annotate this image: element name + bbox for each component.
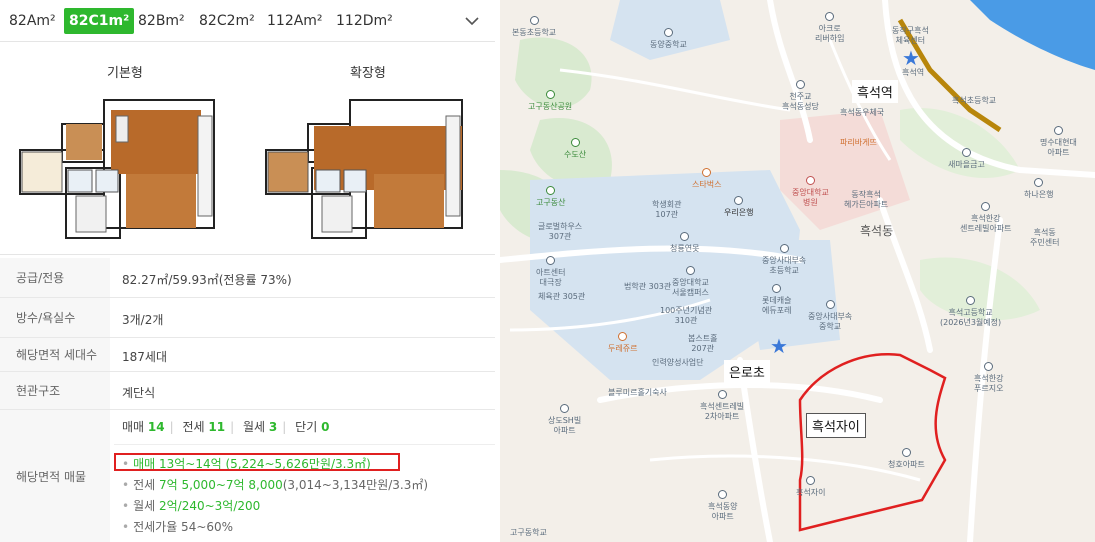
map-poi-cau-elem[interactable]: 중앙사대부속 초등학교 <box>762 244 806 276</box>
map-poi-cheongryong[interactable]: 청룡연못 <box>670 232 699 254</box>
area-type-tabs: 82Am² 82C1m² 82Bm² 82C2m² 112Am² 112Dm² <box>0 0 495 42</box>
school-star-icon: ★ <box>770 334 788 358</box>
area-map[interactable]: 본동초등학교 동양중학교 아크로 리버하임 동작구흑석 체육센터 흑석역 천주교… <box>500 0 1095 542</box>
map-poi-lotte[interactable]: 롯데캐슬 에듀포레 <box>762 284 791 316</box>
map-poi-gogu-school[interactable]: 고구동학교 <box>510 528 547 538</box>
households-label: 해당면적 세대수 <box>0 338 110 371</box>
supply-row: 공급/전용 82.27㎡/59.93㎡(전용률 73%) <box>0 258 495 298</box>
map-poi-myungsoo-apt[interactable]: 명수대현대 아파트 <box>1040 126 1077 158</box>
map-poi-cheongho[interactable]: 청호아파트 <box>888 448 925 470</box>
map-poi-bondong-elem[interactable]: 본동초등학교 <box>512 16 556 38</box>
listings-row: 해당면적 매물 매매 14 | 전세 11 | 월세 3 | 단기 0 • 매매 13억… <box>0 410 495 542</box>
sale-price-highlight <box>114 453 400 471</box>
map-poi-cau-hospital[interactable]: 중앙대학교 병원 <box>792 176 829 208</box>
map-poi-cau-seoul[interactable]: 중앙대학교 서울캠퍼스 <box>672 266 709 298</box>
basic-plan-title: 기본형 <box>107 66 143 81</box>
listing-counts: 매매 14 | 전세 11 | 월세 3 | 단기 0 <box>122 420 330 434</box>
map-poi-paris[interactable]: 파리바게뜨 <box>840 138 877 148</box>
tab-82a[interactable]: 82Am² <box>9 8 56 34</box>
map-poi-sangdo[interactable]: 상도SH빌 아파트 <box>548 404 581 436</box>
extended-plan-title: 확장형 <box>350 66 386 81</box>
map-poi-starbucks[interactable]: 스타벅스 <box>692 168 721 190</box>
map-poi-blue[interactable]: 블루미르홀기숙사 <box>608 388 667 398</box>
map-poi-dongyang-mid[interactable]: 동양중학교 <box>650 28 687 50</box>
map-poi-gogu-park[interactable]: 고구동산공원 <box>528 90 572 112</box>
entrance-label: 현관구조 <box>0 372 110 409</box>
map-poi-buse[interactable]: 봅스트홀 207관 <box>688 334 717 354</box>
map-poi-law[interactable]: 법학관 303관 <box>624 282 671 292</box>
map-poi-heukseok-high[interactable]: 흑석고등학교 (2026년3월예정) <box>940 296 1001 328</box>
map-poi-hangang-apt[interactable]: 동작흑석 헤가든아파트 <box>844 190 888 210</box>
map-poi-jeyuk[interactable]: 체육관 305관 <box>538 292 585 302</box>
map-area-heukseok-dong: 흑석동 <box>860 224 894 238</box>
tab-82c2[interactable]: 82C2m² <box>199 8 255 34</box>
basic-floor-plan-image[interactable] <box>16 86 230 244</box>
tab-82c1[interactable]: 82C1m² <box>64 8 135 34</box>
jeonse-count-link[interactable]: 전세 11 <box>183 420 226 434</box>
map-poi-dongjak-center[interactable]: 동작구흑석 체육센터 <box>892 26 929 46</box>
map-poi-acro-river[interactable]: 아크로 리버하임 <box>815 12 844 44</box>
map-poi-heukseok-elem[interactable]: 흑석초등학교 <box>952 96 996 106</box>
monthly-price-line: • 월세 2억/240~3억/200 <box>122 499 261 513</box>
rooms-label: 방수/욕실수 <box>0 298 110 337</box>
map-poi-gogu-dongsan[interactable]: 고구동산 <box>536 186 565 208</box>
map-poi-global[interactable]: 글로벌하우스 307관 <box>538 222 582 242</box>
supply-label: 공급/전용 <box>0 258 110 297</box>
map-poi-hana-bank[interactable]: 하나은행 <box>1024 178 1053 200</box>
map-poi-centreville2[interactable]: 흑석센트레빌 2차아파트 <box>700 390 744 422</box>
map-poi-art-center[interactable]: 아트센터 대극장 <box>536 256 565 288</box>
jeonse-price-line: • 전세 7억 5,000~7억 8,000(3,014~3,134만원/3.3㎡… <box>122 478 429 492</box>
map-poi-sudosan[interactable]: 수도산 <box>564 138 586 160</box>
chevron-down-icon[interactable] <box>463 12 481 30</box>
map-label-heukseok-station: 흑석역 <box>852 80 898 103</box>
floor-plan-section: 기본형 확장형 <box>0 42 495 255</box>
tab-112d[interactable]: 112Dm² <box>336 8 393 34</box>
entrance-value: 계단식 <box>122 386 156 400</box>
map-poi-cau-mid[interactable]: 중앙사대부속 중학교 <box>808 300 852 332</box>
map-poi-centennial[interactable]: 100주년기념관 310관 <box>660 306 712 326</box>
map-poi-hakseng[interactable]: 학생회관 107관 <box>652 200 681 220</box>
map-poi-xi-small[interactable]: 흑석자이 <box>796 476 825 498</box>
station-star-icon: ★ <box>902 46 920 70</box>
map-label-heukseok-xi: 흑석자이 <box>806 413 866 438</box>
map-poi-centreville[interactable]: 흑석한강 센트레빌아파트 <box>960 202 1012 234</box>
complex-detail-panel: 82Am² 82C1m² 82Bm² 82C2m² 112Am² 112Dm² … <box>0 0 495 542</box>
map-poi-inryuk[interactable]: 인력양성사업단 <box>652 358 704 368</box>
map-poi-church[interactable]: 천주교 흑석동성당 <box>782 80 819 112</box>
households-value: 187세대 <box>122 350 167 364</box>
jeonse-ratio-line: • 전세가율 54~60% <box>122 520 234 534</box>
map-poi-dongyang-apt[interactable]: 흑석동양 아파트 <box>708 490 737 522</box>
households-row: 해당면적 세대수 187세대 <box>0 338 495 372</box>
map-poi-dream[interactable]: 두레쥬르 <box>608 332 637 354</box>
listings-label: 해당면적 매물 <box>0 410 110 542</box>
map-poi-heukseok-river[interactable]: 흑석한강 푸르지오 <box>974 362 1003 394</box>
sale-count-link[interactable]: 매매 14 <box>122 420 165 434</box>
tab-82b[interactable]: 82Bm² <box>138 8 185 34</box>
rooms-value: 3개/2개 <box>122 313 164 327</box>
map-poi-post[interactable]: 흑석동우체국 <box>840 108 884 118</box>
extended-floor-plan-image[interactable] <box>262 86 476 244</box>
map-poi-heukseok-center[interactable]: 흑석동 주민센터 <box>1030 228 1059 248</box>
monthly-count-link[interactable]: 월세 3 <box>243 420 277 434</box>
map-poi-woori-bank[interactable]: 우리은행 <box>724 196 753 218</box>
map-poi-semaul[interactable]: 새마을금고 <box>948 148 985 170</box>
map-label-eunro-school: 은로초 <box>724 360 770 383</box>
rooms-row: 방수/욕실수 3개/2개 <box>0 298 495 338</box>
entrance-row: 현관구조 계단식 <box>0 372 495 410</box>
tab-112a[interactable]: 112Am² <box>267 8 323 34</box>
supply-value: 82.27㎡/59.93㎡(전용률 73%) <box>122 273 292 287</box>
short-count-link[interactable]: 단기 0 <box>295 420 329 434</box>
